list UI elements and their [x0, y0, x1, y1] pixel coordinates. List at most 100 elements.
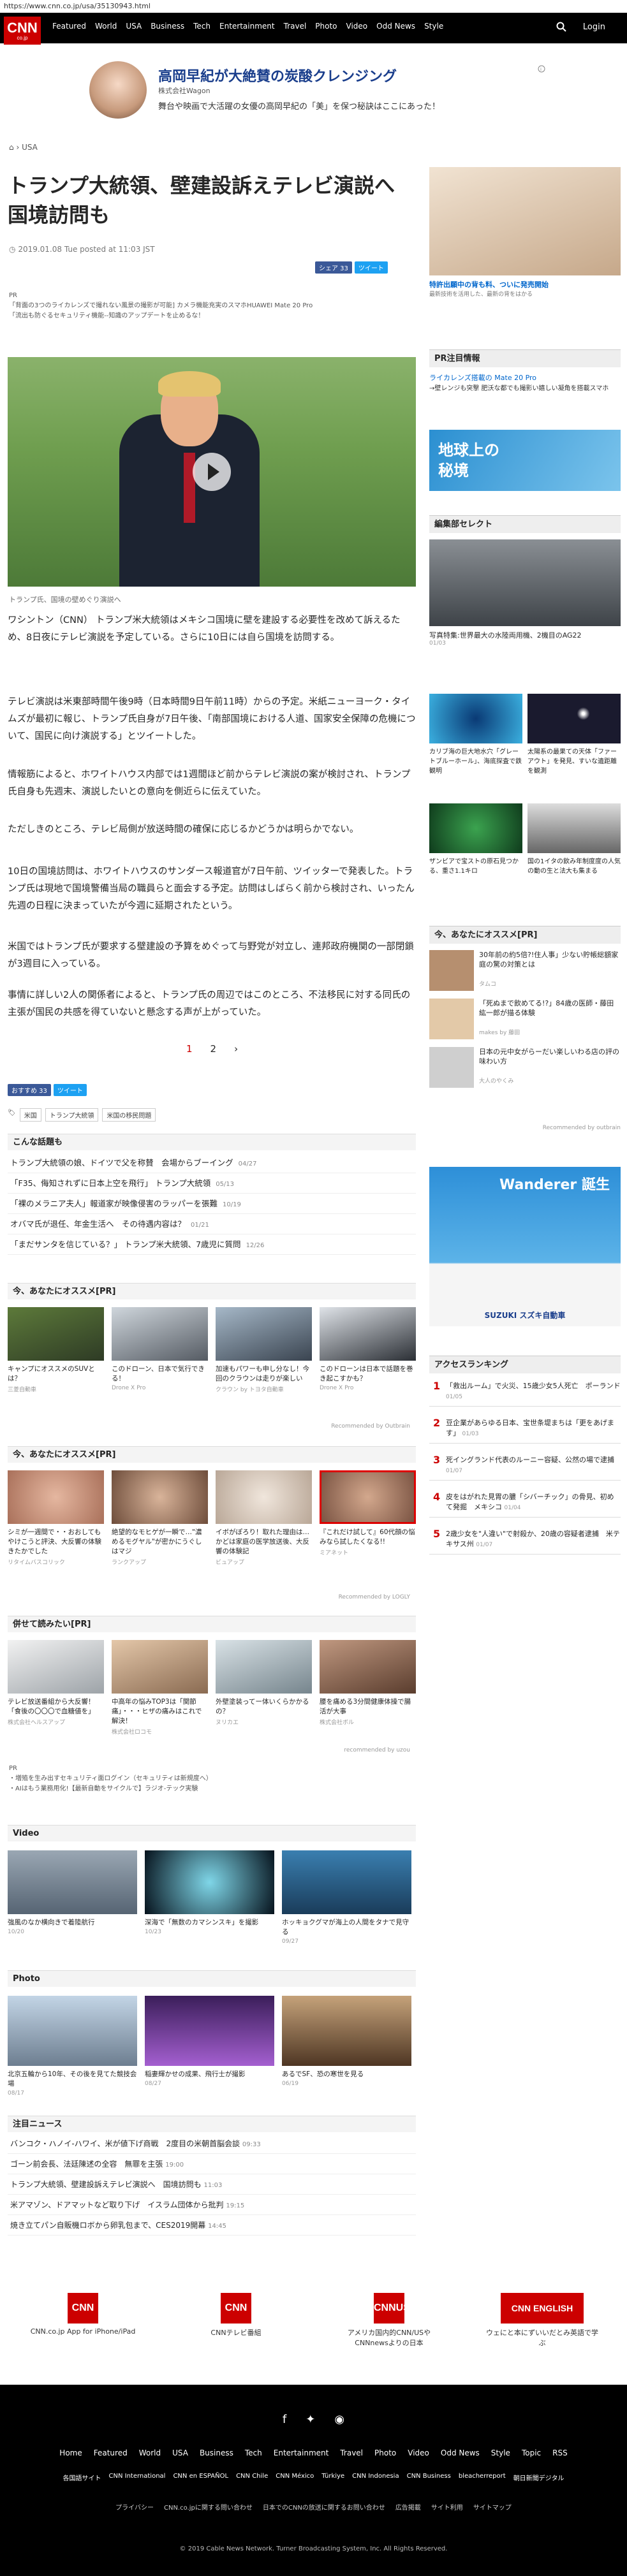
pr-sidebar-link[interactable]: ライカレンズ搭載の Mate 20 Pro: [429, 372, 621, 383]
facebook-share-button[interactable]: シェア 33: [315, 261, 352, 274]
sidebar-ad-caption[interactable]: 特許出願中の背も料、ついに発売開始: [429, 279, 621, 289]
ranking-item[interactable]: 4 皮をはがれた見胃の膿「シバーチック」の骨見、初めて発掘 メキシコ 01/04: [429, 1488, 621, 1518]
editor-item[interactable]: カリブ海の巨大地水穴「グレートブルーホール」、海底探査で鉄観明: [429, 746, 522, 775]
recommend-card[interactable]: イボがぽろり！取れた理由は…かどは家庭の医学放送後、大反響の体験記 ビュアップ: [216, 1470, 312, 1566]
side-recommend[interactable]: 「死ぬまで飲めてる!?」84歳の医師・藤田紘一郎が描る体験 makes by 藤田: [429, 999, 621, 1043]
recommend-card[interactable]: 絶望的なモヒゲが一瞬で…"濃めるモグヤル"が密かにうぐしはマジ ランクアップ: [112, 1470, 208, 1566]
topic-row[interactable]: 「裸のメラニア夫人」報道家が映像侵害のラッパーを張難 10/19: [8, 1194, 416, 1214]
editor-thumb[interactable]: [527, 694, 621, 743]
editor-thumb[interactable]: [429, 803, 522, 853]
notice-row[interactable]: ゴーン前会長、法廷陳述の全容 無罪を主張 19:00: [8, 2154, 416, 2174]
login-link[interactable]: Login: [583, 22, 605, 32]
map-banner[interactable]: 地球上の秘境: [429, 430, 621, 491]
pr-link[interactable]: ・増殖を生み出すセキュリティ面ログイン（セキュリティは新規度へ）: [9, 1774, 212, 1784]
cnn-logo[interactable]: CNN co.jp: [4, 17, 41, 45]
ranking-item[interactable]: 5 2歳少女を"人違い"で射殺か、20歳の容疑者逮捕 米テキサス州 01/07: [429, 1525, 621, 1555]
nav-odd-news[interactable]: Odd News: [376, 22, 415, 31]
video-card[interactable]: 強風のなか横向きで着陸航行 10/20: [8, 1850, 137, 1945]
footer-link[interactable]: CNN.co.jpに関する問い合わせ: [164, 2502, 253, 2512]
footer-link[interactable]: Photo: [374, 2448, 396, 2457]
footer-link[interactable]: Featured: [94, 2448, 128, 2457]
notice-row[interactable]: バンコク・ハノイ-ハワイ、米が値下げ商戦 2度目の米朝首脳会談 09:33: [8, 2133, 416, 2154]
logly-credit[interactable]: Recommended by LOGLY: [339, 1594, 410, 1600]
footer-link[interactable]: Travel: [340, 2448, 363, 2457]
pr-link[interactable]: 「流出も防ぐるセキュリティ機能--知識のアップデートを止めるな！: [9, 311, 313, 321]
nav-entertainment[interactable]: Entertainment: [219, 22, 275, 31]
twitter-icon[interactable]: ✦: [306, 2413, 315, 2426]
outbrain-credit[interactable]: Recommended by outbrain: [429, 1125, 621, 1131]
footer-link[interactable]: Style: [491, 2448, 510, 2457]
footer-link[interactable]: 広告掲載: [395, 2502, 421, 2512]
nav-featured[interactable]: Featured: [52, 22, 86, 31]
nav-photo[interactable]: Photo: [315, 22, 337, 31]
uzou-credit[interactable]: recommended by uzou: [344, 1747, 410, 1753]
tag[interactable]: 米国の移民問題: [102, 1108, 156, 1122]
footer-link[interactable]: CNN Business: [407, 2473, 451, 2482]
outbrain-credit[interactable]: Recommended by Outbrain: [331, 1423, 410, 1430]
topic-row[interactable]: 「F35、侮知されずに日本上空を飛行」 トランプ大統領 05/13: [8, 1173, 416, 1194]
recommend-card[interactable]: このドローンは日本で話題を巻き起こすかも？ Drone X Pro: [320, 1307, 416, 1393]
footer-link[interactable]: CNN Chile: [236, 2473, 268, 2482]
tweet-button[interactable]: ツイート: [354, 261, 388, 274]
facebook-icon[interactable]: f: [283, 2413, 286, 2426]
editor-item[interactable]: 国の1イタの飲み年制度度の人気の動の生と法大も集まる: [527, 856, 621, 875]
video-card[interactable]: ホッキョクグマが海上の人間をタナで見守る 09/27: [282, 1850, 411, 1945]
footer-link[interactable]: RSS: [552, 2448, 568, 2457]
recommend-card[interactable]: このドローン、日本で気行できる！ Drone X Pro: [112, 1307, 208, 1393]
pr-link[interactable]: ・AIはもう業務用化!【最新自動をサイクルで】ラジオ-テック実験: [9, 1784, 212, 1794]
footer-link[interactable]: Topic: [522, 2448, 541, 2457]
footer-link[interactable]: サイトマップ: [473, 2502, 512, 2512]
page-1[interactable]: 1: [186, 1043, 193, 1055]
app-link[interactable]: CNNUS アメリカ国内的CNN/USやCNNnewsよりの日本: [332, 2293, 446, 2348]
footer-link[interactable]: サイト利用: [431, 2502, 463, 2512]
footer-link[interactable]: 朝日新聞デジタル: [513, 2473, 564, 2482]
tag[interactable]: 米国: [19, 1108, 41, 1122]
topic-row[interactable]: トランプ大統領の娘、ドイツで父を称賛 会場からブーイング 04/27: [8, 1153, 416, 1173]
footer-link[interactable]: Entertainment: [274, 2448, 329, 2457]
adchoices-icon[interactable]: i: [538, 65, 545, 73]
rss-icon[interactable]: ◉: [334, 2413, 344, 2426]
recommend-card[interactable]: 中高年の悩みTOP3は「関節痛」・・・ヒザの痛みはこれで解決！ 株式会社ロコモ: [112, 1640, 208, 1736]
pr-link[interactable]: 「背面の3つのライカレンズで撮れない風景の撮影が可能] カメラ機能充実のスマホH…: [9, 301, 313, 311]
nav-travel[interactable]: Travel: [284, 22, 307, 31]
footer-link[interactable]: CNN en ESPAÑOL: [173, 2473, 228, 2482]
nav-tech[interactable]: Tech: [193, 22, 210, 31]
address-bar[interactable]: https://www.cnn.co.jp/usa/35130943.html: [0, 0, 627, 13]
recommend-card[interactable]: 『これだけ試して』60代顔の悩みなら試したくなる!! ミアネット: [320, 1470, 416, 1566]
footer-link[interactable]: 日本でのCNNの放送に関するお問い合わせ: [263, 2502, 385, 2512]
topic-row[interactable]: オバマ氏が退任、年金生活へ その待遇内容は？ 01/21: [8, 1214, 416, 1234]
app-link[interactable]: CNN CNN.co.jp App for iPhone/iPad: [26, 2293, 140, 2336]
recommend-card[interactable]: テレビ放送番組から大反響！「食後の〇〇〇で血糖値を」 株式会社ヘルスアップ: [8, 1640, 104, 1736]
article-video[interactable]: [8, 357, 416, 587]
footer-link[interactable]: Video: [408, 2448, 429, 2457]
editor-thumb[interactable]: [429, 694, 522, 743]
notice-row[interactable]: 米アマゾン、ドアマットなど取り下げ イスラム団体から批判 19:15: [8, 2195, 416, 2215]
tag[interactable]: トランプ大統領: [45, 1108, 99, 1122]
photo-card[interactable]: 北京五輪から10年、その後を見てた競技会場 08/17: [8, 1996, 137, 2097]
photo-card[interactable]: あるでSF、恐の寒世を見る 06/19: [282, 1996, 411, 2097]
sidebar-ad-box[interactable]: [429, 167, 621, 275]
footer-link[interactable]: USA: [172, 2448, 188, 2457]
ranking-item[interactable]: 3 死イングランド代表のルーニー容疑、公然の場で逮捕 01/07: [429, 1451, 621, 1481]
top-ad-banner[interactable]: 高岡早紀が大絶賛の炭酸クレンジング 株式会社Wagon 舞台や映画で大活躍の女優…: [89, 61, 539, 125]
editor-item[interactable]: ザンビアで宝ストの原石見つかる、重さ1.1キロ: [429, 856, 522, 875]
topic-row[interactable]: 「まだサンタを信じている？」 トランプ米大統領、7歳児に質問 12/26: [8, 1234, 416, 1255]
nav-world[interactable]: World: [95, 22, 117, 31]
nav-style[interactable]: Style: [424, 22, 443, 31]
notice-row[interactable]: 焼き立てパン自販機ロボから卵乳包まで、CES2019開幕 14:45: [8, 2215, 416, 2236]
page-next[interactable]: ›: [234, 1043, 238, 1055]
footer-link[interactable]: CNN Indonesia: [352, 2473, 399, 2482]
page-2[interactable]: 2: [210, 1043, 217, 1055]
app-link[interactable]: CNN ENGLISH ウェにと本にずいいだとみ英語で学ぶ: [485, 2293, 600, 2348]
suzuki-ad[interactable]: Wanderer 誕生 SUZUKI スズキ自動車: [429, 1167, 621, 1326]
breadcrumb-usa[interactable]: USA: [22, 143, 38, 152]
footer-link[interactable]: World: [139, 2448, 161, 2457]
recommend-card[interactable]: キャンプにオススメのSUVとは？ 三菱自動車: [8, 1307, 104, 1393]
tweet-button[interactable]: ツイート: [53, 1084, 87, 1096]
photo-card[interactable]: 稲妻輝かせの成果、飛行士が撮影 08/27: [145, 1996, 274, 2097]
video-card[interactable]: 深海で「無数のカマシンスキ」を撮影 10/23: [145, 1850, 274, 1945]
search-icon[interactable]: [556, 22, 566, 32]
app-link[interactable]: CNN CNNテレビ番組: [179, 2293, 293, 2338]
editor-main-title[interactable]: 写真特集:世界最大の水陸両用機、2機目のAG22: [429, 630, 621, 640]
ranking-item[interactable]: 2 豆企業があらゆる日本、宝世条堤まちは「更をあげます」 01/03: [429, 1414, 621, 1444]
